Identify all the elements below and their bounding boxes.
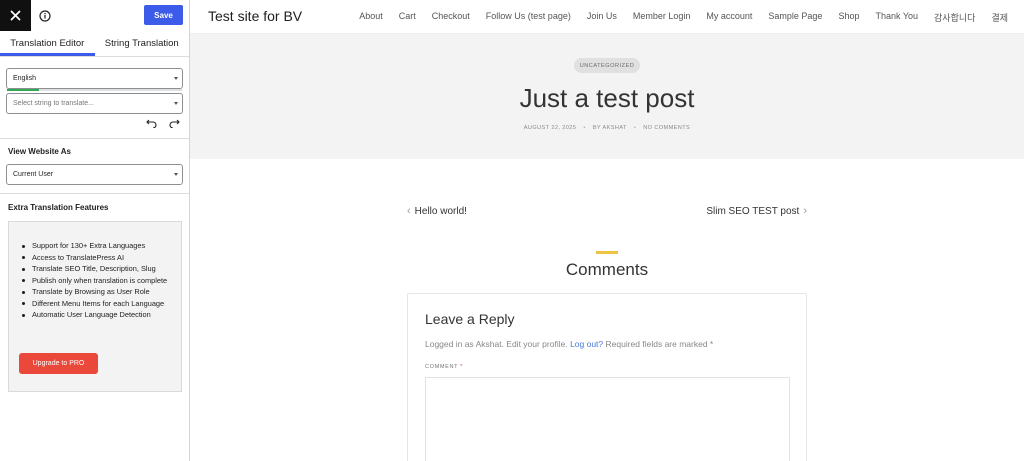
feature-item: Access to TranslatePress AI: [19, 252, 171, 264]
next-post-title: Slim SEO TEST post: [706, 205, 800, 217]
view-as-label: View Website As: [8, 147, 71, 156]
previous-post-link[interactable]: ‹ Hello world!: [407, 205, 467, 217]
translation-progress-fill: [7, 89, 39, 91]
tab-translation-editor[interactable]: Translation Editor: [0, 31, 95, 56]
comments-accent-line: [596, 251, 618, 254]
undo-redo-group: [146, 118, 180, 128]
post-navigation: ‹ Hello world! Slim SEO TEST post ›: [407, 205, 807, 219]
translation-sidebar: Save Translation Editor String Translati…: [0, 0, 190, 461]
close-editor-button[interactable]: [0, 0, 31, 31]
upgrade-pro-button[interactable]: Upgrade to PRO: [19, 353, 98, 374]
site-title[interactable]: Test site for BV: [208, 8, 302, 24]
editor-tabs: Translation Editor String Translation: [0, 31, 189, 57]
post-date: AUGUST 22, 2025: [523, 125, 577, 131]
nav-item-checkout[interactable]: Checkout: [432, 11, 470, 24]
chevron-left-icon: ‹: [407, 205, 411, 217]
feature-item: Automatic User Language Detection: [19, 309, 171, 321]
logged-in-prefix: Logged in as Akshat. Edit your profile.: [425, 339, 571, 349]
nav-item-follow-us[interactable]: Follow Us (test page): [486, 11, 571, 24]
feature-item: Translate SEO Title, Description, Slug: [19, 263, 171, 275]
view-as-select[interactable]: Current User: [6, 164, 183, 185]
chevron-down-icon: [174, 101, 178, 105]
save-button[interactable]: Save: [144, 5, 183, 25]
logout-link[interactable]: Log out?: [570, 339, 603, 349]
feature-list: Support for 130+ Extra Languages Access …: [19, 240, 171, 321]
reply-title: Leave a Reply: [425, 311, 515, 327]
nav-item-thank-you-korean[interactable]: 감사합니다: [934, 11, 975, 24]
feature-item: Different Menu Items for each Language: [19, 298, 171, 310]
chevron-down-icon: [174, 76, 178, 80]
redo-icon[interactable]: [169, 118, 180, 128]
nav-item-cart[interactable]: Cart: [399, 11, 416, 24]
previous-post-title: Hello world!: [414, 205, 467, 217]
site-header: Test site for BV About Cart Checkout Fol…: [190, 0, 1024, 34]
tab-string-translation[interactable]: String Translation: [95, 31, 190, 56]
language-select[interactable]: English: [6, 68, 183, 89]
required-mark: *: [460, 364, 463, 370]
comment-label-text: COMMENT: [425, 364, 458, 370]
sidebar-toolbar: Save: [0, 0, 189, 31]
feature-item: Publish only when translation is complet…: [19, 275, 171, 287]
post-comments-count[interactable]: NO COMMENTS: [643, 125, 690, 131]
chevron-right-icon: ›: [803, 205, 807, 217]
logged-in-suffix: Required fields are marked *: [603, 339, 714, 349]
divider: [0, 138, 189, 139]
nav-item-my-account[interactable]: My account: [706, 11, 752, 24]
nav-item-sample-page[interactable]: Sample Page: [768, 11, 822, 24]
post-meta: AUGUST 22, 2025 • BY AKSHAT • NO COMMENT…: [190, 125, 1024, 131]
translation-progress-bar: [7, 89, 182, 91]
info-icon: [39, 9, 51, 22]
nav-item-about[interactable]: About: [359, 11, 383, 24]
nav-item-shop[interactable]: Shop: [838, 11, 859, 24]
primary-nav: About Cart Checkout Follow Us (test page…: [359, 11, 1008, 24]
post-author[interactable]: BY AKSHAT: [593, 125, 627, 131]
comment-textarea[interactable]: [425, 377, 790, 461]
comment-label: COMMENT *: [425, 364, 463, 370]
nav-item-thank-you[interactable]: Thank You: [875, 11, 918, 24]
website-preview: Test site for BV About Cart Checkout Fol…: [190, 0, 1024, 461]
post-hero: UNCATEGORIZED Just a test post AUGUST 22…: [190, 34, 1024, 159]
string-select-placeholder: Select string to translate...: [13, 100, 94, 107]
info-button[interactable]: [38, 9, 52, 23]
extra-features-title: Extra Translation Features: [8, 203, 109, 212]
feature-item: Translate by Browsing as User Role: [19, 286, 171, 298]
language-select-value: English: [13, 75, 36, 82]
reply-form: Leave a Reply Logged in as Akshat. Edit …: [407, 293, 807, 461]
comments-heading: Comments: [565, 260, 649, 279]
nav-item-member-login[interactable]: Member Login: [633, 11, 691, 24]
feature-item: Support for 130+ Extra Languages: [19, 240, 171, 252]
category-badge[interactable]: UNCATEGORIZED: [574, 58, 640, 73]
nav-item-join-us[interactable]: Join Us: [587, 11, 617, 24]
next-post-link[interactable]: Slim SEO TEST post ›: [706, 205, 807, 217]
divider: [0, 193, 189, 194]
extra-features-box: Support for 130+ Extra Languages Access …: [8, 221, 182, 392]
chevron-down-icon: [174, 172, 178, 176]
view-as-value: Current User: [13, 171, 54, 178]
nav-item-payment-korean[interactable]: 결제: [991, 11, 1008, 24]
string-select[interactable]: Select string to translate...: [6, 93, 183, 114]
meta-separator: •: [633, 125, 637, 131]
undo-icon[interactable]: [146, 118, 157, 128]
logged-in-text: Logged in as Akshat. Edit your profile. …: [425, 339, 713, 349]
meta-separator: •: [583, 125, 586, 131]
close-icon: [10, 10, 21, 21]
post-title: Just a test post: [519, 83, 695, 113]
